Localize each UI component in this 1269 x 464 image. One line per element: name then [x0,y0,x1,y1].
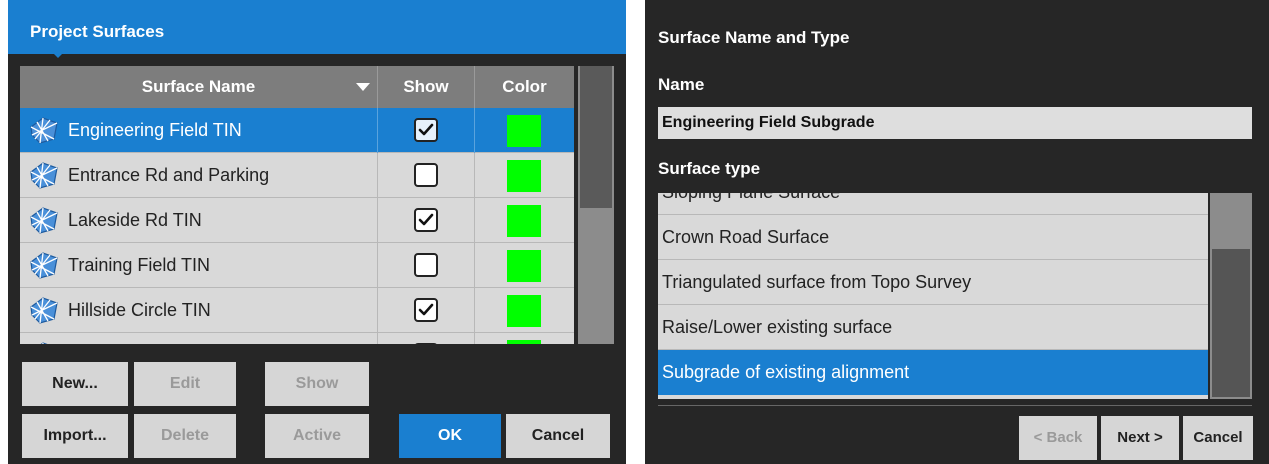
delete-button[interactable]: Delete [134,414,236,458]
surface-type-label: Raise/Lower existing surface [662,317,893,337]
surface-name: Entrance Rd and Parking [68,165,270,185]
type-list-scrollbar[interactable] [1210,193,1252,399]
color-cell [475,108,574,153]
surface-name-cell[interactable]: Entrance Rd and Parking [20,153,378,198]
surface-name-type-panel: Surface Name and Type Name Surface type … [645,0,1269,464]
surface-type-option[interactable]: Triangulated surface from Topo Survey [658,260,1208,305]
table-row[interactable]: Lakeside Rd TIN [20,198,574,243]
table-header: Surface Name Show Color [20,66,574,108]
table-row[interactable]: Hillside Circle TIN [20,288,574,333]
surface-name-input[interactable] [658,107,1252,139]
show-checkbox[interactable] [414,163,438,187]
surface-name: Engineering Field TIN [68,120,242,140]
surface-type-option[interactable]: Sloping Plane Surface [658,193,1208,215]
column-header-show[interactable]: Show [378,66,475,108]
ok-button[interactable]: OK [399,414,501,458]
show-cell [378,153,475,198]
tin-surface-icon [28,160,60,190]
tin-surface-icon [28,295,60,325]
panel-header: Project Surfaces [8,0,626,54]
show-cell [378,198,475,243]
table-row[interactable]: Training Field TIN [20,243,574,288]
show-cell [378,108,475,153]
table-scrollbar[interactable] [578,66,614,344]
show-cell [378,288,475,333]
show-checkbox[interactable] [414,208,438,232]
name-label: Name [658,75,705,94]
panel-title: Project Surfaces [30,22,165,41]
color-cell [475,333,574,344]
surfaces-table: Surface Name Show Color Engineering Fiel… [20,66,574,344]
table-row[interactable]: Engineering Field TIN [20,108,574,153]
surface-name: Training Field TIN [68,255,211,275]
project-surfaces-panel: Project Surfaces Surface Name Show Color… [8,0,626,464]
surface-name-cell[interactable] [20,333,378,344]
surface-type-label: Surface type [658,159,761,178]
divider [658,405,1252,406]
panel-title: Surface Name and Type [658,28,850,47]
surface-name-cell[interactable]: Hillside Circle TIN [20,288,378,333]
surface-type-label: Sloping Plane Surface [662,193,840,203]
active-button[interactable]: Active [265,414,369,458]
show-cell [378,333,475,344]
show-checkbox[interactable] [414,298,438,322]
surface-name-cell[interactable]: Training Field TIN [20,243,378,288]
header-notch [50,50,66,58]
surface-type-label: Triangulated surface from Topo Survey [662,272,972,292]
color-cell [475,198,574,243]
scrollbar-thumb[interactable] [580,66,612,208]
cancel-button[interactable]: Cancel [1183,416,1253,460]
surface-type-label: Subgrade of existing alignment [662,362,910,382]
cancel-button[interactable]: Cancel [506,414,610,458]
surface-name: Hillside Circle TIN [68,300,211,320]
surface-type-list: Sloping Plane Surface Crown Road Surface T… [658,193,1208,399]
surface-type-option[interactable]: Subgrade of existing alignment [658,350,1208,395]
tin-surface-icon [28,205,60,235]
color-swatch[interactable] [507,115,541,147]
back-button[interactable]: < Back [1019,416,1097,460]
surface-type-option[interactable]: Crown Road Surface [658,215,1208,260]
color-swatch[interactable] [507,160,541,192]
color-cell [475,243,574,288]
color-cell [475,153,574,198]
show-checkbox[interactable] [414,118,438,142]
color-swatch[interactable] [507,205,541,237]
show-cell [378,243,475,288]
edit-button[interactable]: Edit [134,362,236,406]
sort-descending-icon[interactable] [356,83,370,91]
column-header-surface-name[interactable]: Surface Name [20,66,378,108]
surface-type-label: Crown Road Surface [662,227,830,247]
table-row[interactable]: Entrance Rd and Parking [20,153,574,198]
new-button[interactable]: New... [22,362,128,406]
tin-surface-icon [28,250,60,280]
scrollbar-thumb[interactable] [1212,249,1250,397]
color-swatch[interactable] [507,250,541,282]
import-button[interactable]: Import... [22,414,128,458]
surface-name-cell[interactable]: Lakeside Rd TIN [20,198,378,243]
surface-name-cell[interactable]: Engineering Field TIN [20,108,378,153]
show-button[interactable]: Show [265,362,369,406]
color-cell [475,288,574,333]
color-swatch[interactable] [507,340,541,344]
column-header-color[interactable]: Color [475,66,574,108]
surface-name: Lakeside Rd TIN [68,210,202,230]
surface-type-option[interactable]: Raise/Lower existing surface [658,305,1208,350]
color-swatch[interactable] [507,295,541,327]
tin-surface-icon [28,115,60,145]
tin-surface-icon [28,340,60,344]
show-checkbox[interactable] [414,343,438,344]
table-row[interactable] [20,333,574,344]
show-checkbox[interactable] [414,253,438,277]
next-button[interactable]: Next > [1101,416,1179,460]
